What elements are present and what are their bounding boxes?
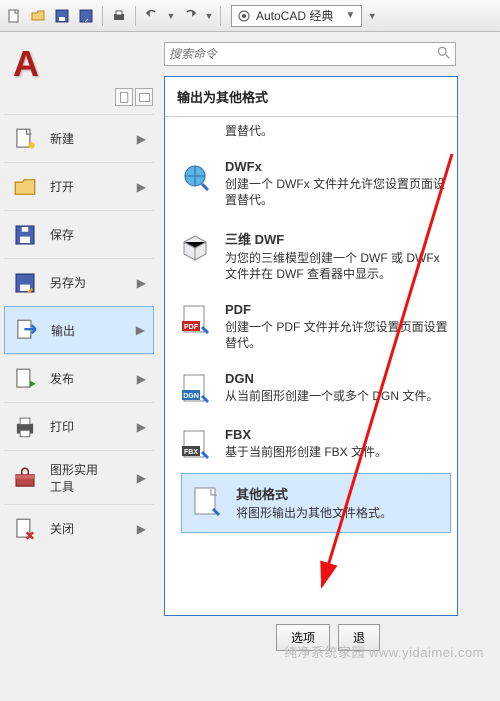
submenu-item-3d-dwf[interactable]: 三维 DWF 为您的三维模型创建一个 DWF 或 DWFx 文件并在 DWF 查… — [177, 219, 457, 292]
submenu-item-title: 三维 DWF — [225, 229, 449, 248]
toolbar-separator — [135, 6, 136, 26]
search-icon — [437, 46, 451, 63]
menu-item-label: 输出 — [51, 322, 126, 339]
save-as-icon — [10, 268, 40, 298]
submenu-item-title: DGN — [225, 371, 438, 386]
new-file-icon[interactable] — [4, 6, 24, 26]
submenu-arrow-icon: ▶ — [136, 323, 145, 337]
undo-icon[interactable] — [142, 6, 162, 26]
menu-item-label: 图形实用 工具 — [50, 461, 127, 495]
open-file-icon[interactable] — [28, 6, 48, 26]
print-icon — [10, 412, 40, 442]
menu-item-close[interactable]: 关闭 ▶ — [4, 504, 154, 552]
svg-text:FBX: FBX — [184, 449, 198, 456]
dwfx-icon — [177, 159, 213, 195]
submenu-item-title: FBX — [225, 427, 387, 442]
submenu-item-desc: 置替代。 — [225, 123, 273, 139]
redo-icon[interactable] — [180, 6, 200, 26]
submenu-arrow-icon: ▶ — [137, 420, 146, 434]
menu-item-print[interactable]: 打印 ▶ — [4, 402, 154, 450]
svg-text:PDF: PDF — [184, 324, 199, 331]
submenu-arrow-icon: ▶ — [137, 372, 146, 386]
search-input[interactable] — [169, 47, 437, 61]
gear-icon — [236, 8, 252, 24]
export-submenu: 输出为其他格式 置替代。 DWFx 创建一个 DWFx 文件并允许您设置页面设置… — [164, 76, 458, 616]
menu-item-label: 关闭 — [50, 520, 127, 537]
submenu-arrow-icon: ▶ — [137, 180, 146, 194]
toolbar-separator — [102, 6, 103, 26]
submenu-item-title: PDF — [225, 302, 449, 317]
other-format-icon — [188, 484, 224, 520]
save-icon[interactable] — [52, 6, 72, 26]
menu-item-open[interactable]: 打开 ▶ — [4, 162, 154, 210]
chevron-down-icon: ▼ — [345, 10, 355, 21]
export-icon — [11, 315, 41, 345]
menu-item-label: 打开 — [50, 178, 127, 195]
submenu-arrow-icon: ▶ — [137, 471, 146, 485]
quick-access-toolbar: ▼ ▼ AutoCAD 经典 ▼ ▼ — [0, 0, 500, 32]
submenu-item-desc: 为您的三维模型创建一个 DWF 或 DWFx 文件并在 DWF 查看器中显示。 — [225, 250, 449, 282]
menu-item-new[interactable]: 新建 ▶ — [4, 114, 154, 162]
menu-item-save[interactable]: 保存 — [4, 210, 154, 258]
submenu-item-dwfx[interactable]: DWFx 创建一个 DWFx 文件并允许您设置页面设置替代。 — [177, 149, 457, 218]
overflow-chevron-icon[interactable]: ▼ — [366, 6, 378, 26]
watermark-text: 纯净系统家园 www.yidaimei.com — [284, 642, 484, 661]
submenu-item-dgn[interactable]: DGN DGN 从当前图形创建一个或多个 DGN 文件。 — [177, 361, 457, 417]
menu-item-label: 发布 — [50, 370, 127, 387]
menu-item-label: 另存为 — [50, 274, 127, 291]
chevron-down-icon[interactable]: ▼ — [166, 6, 176, 26]
app-menu: 新建 ▶ 打开 ▶ 保存 另存为 ▶ 输出 ▶ 发布 ▶ 打印 ▶ 图形实用 工… — [4, 114, 154, 552]
menu-item-label: 打印 — [50, 418, 127, 435]
submenu-item-title: DWFx — [225, 159, 449, 174]
workspace-dropdown[interactable]: AutoCAD 经典 ▼ — [231, 5, 362, 27]
save-icon — [10, 220, 40, 250]
submenu-arrow-icon: ▶ — [137, 522, 146, 536]
menu-item-publish[interactable]: 发布 ▶ — [4, 354, 154, 402]
dgn-icon: DGN — [177, 371, 213, 407]
workspace-label: AutoCAD 经典 — [256, 7, 333, 24]
submenu-item-desc: 创建一个 DWFx 文件并允许您设置页面设置替代。 — [225, 176, 449, 208]
save-as-icon[interactable] — [76, 6, 96, 26]
submenu-item-title: 其他格式 — [236, 484, 392, 503]
recent-documents-icon[interactable] — [115, 88, 133, 106]
submenu-item-other-formats[interactable]: 其他格式 将图形输出为其他文件格式。 — [181, 473, 451, 532]
menu-item-label: 新建 — [50, 130, 127, 147]
menu-item-save-as[interactable]: 另存为 ▶ — [4, 258, 154, 306]
toolbox-icon — [10, 463, 40, 493]
menu-item-utilities[interactable]: 图形实用 工具 ▶ — [4, 450, 154, 504]
print-icon[interactable] — [109, 6, 129, 26]
fbx-icon: FBX — [177, 427, 213, 463]
dwf3d-icon — [177, 229, 213, 265]
chevron-down-icon[interactable]: ▼ — [204, 6, 214, 26]
submenu-header: 输出为其他格式 — [165, 77, 457, 117]
menu-item-label: 保存 — [50, 226, 146, 243]
submenu-item-fbx[interactable]: FBX FBX 基于当前图形创建 FBX 文件。 — [177, 417, 457, 473]
submenu-arrow-icon: ▶ — [137, 276, 146, 290]
svg-text:DGN: DGN — [183, 393, 199, 400]
close-doc-icon — [10, 514, 40, 544]
submenu-item-desc: 将图形输出为其他文件格式。 — [236, 505, 392, 521]
app-menu-button[interactable]: A — [4, 42, 48, 86]
menu-item-export[interactable]: 输出 ▶ — [4, 306, 154, 354]
submenu-item-pdf[interactable]: PDF PDF 创建一个 PDF 文件并允许您设置页面设置替代。 — [177, 292, 457, 361]
publish-icon — [10, 364, 40, 394]
submenu-item-desc: 从当前图形创建一个或多个 DGN 文件。 — [225, 388, 438, 404]
toolbar-separator — [220, 6, 221, 26]
submenu-item-desc: 基于当前图形创建 FBX 文件。 — [225, 444, 387, 460]
new-file-icon — [10, 124, 40, 154]
pdf-icon: PDF — [177, 302, 213, 338]
submenu-item-prev-overflow[interactable]: 置替代。 — [177, 121, 457, 149]
submenu-arrow-icon: ▶ — [137, 132, 146, 146]
open-folder-icon — [10, 172, 40, 202]
submenu-item-desc: 创建一个 PDF 文件并允许您设置页面设置替代。 — [225, 319, 449, 351]
open-documents-icon[interactable] — [135, 88, 153, 106]
command-search[interactable] — [164, 42, 456, 66]
